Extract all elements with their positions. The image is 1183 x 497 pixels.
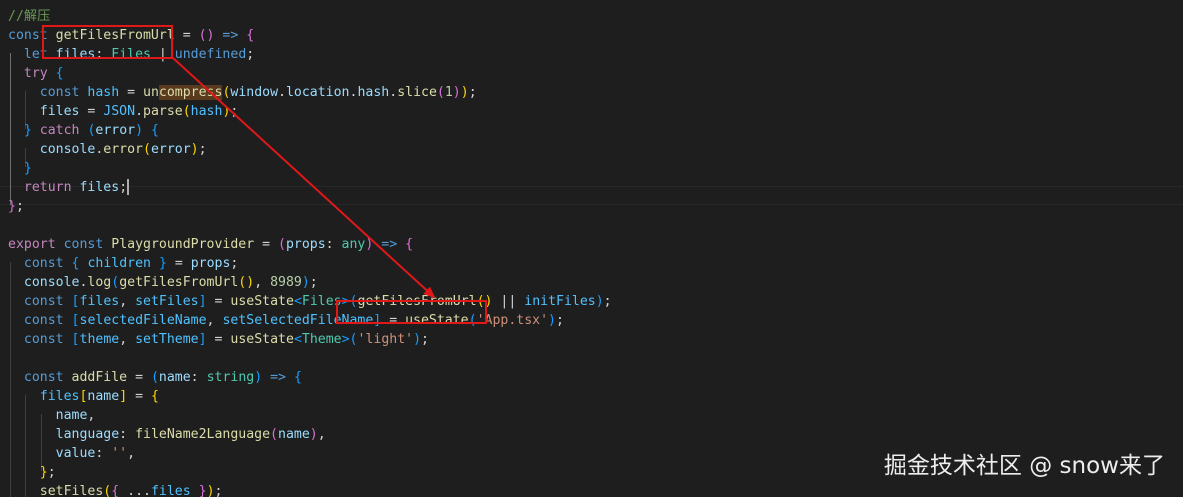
annotation-arrow xyxy=(172,57,436,299)
code-editor[interactable]: //解压 const getFilesFromUrl = () => { let … xyxy=(0,0,1183,497)
watermark: 掘金技术社区 @ snow来了 xyxy=(883,453,1165,479)
